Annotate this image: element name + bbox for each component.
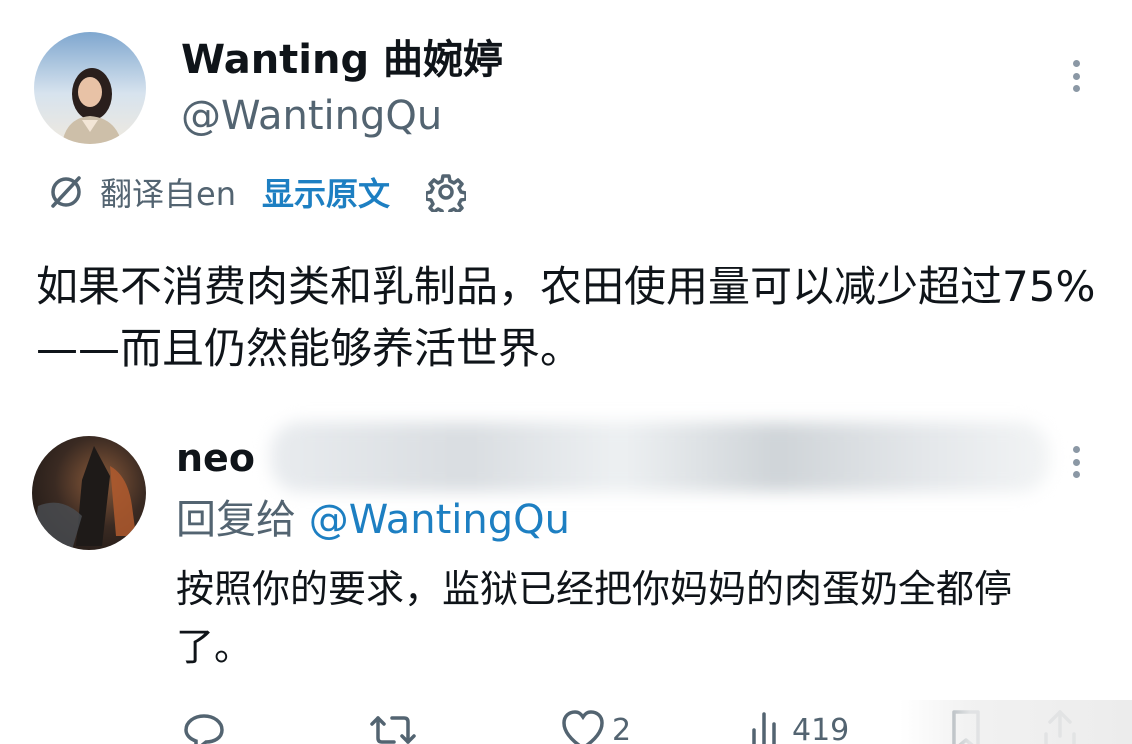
more-options-button[interactable]	[1066, 56, 1086, 96]
reply-button[interactable]	[182, 708, 226, 744]
reply-text: 按照你的要求，监狱已经把你妈妈的肉蛋奶全都停了。	[176, 567, 1013, 669]
author-name[interactable]: Wanting 曲婉婷	[181, 36, 503, 84]
retweet-icon	[370, 716, 416, 744]
author-handle[interactable]: @WantingQu	[181, 92, 442, 140]
like-count: 2	[612, 712, 632, 744]
reply-more-options-button[interactable]	[1066, 442, 1086, 482]
reply-icon	[184, 714, 224, 744]
tweet-text: 如果不消费肉类和乳制品，农田使用量可以减少超过75%——而且仍然能够养活世界。	[36, 262, 1096, 373]
more-vertical-icon	[1072, 60, 1080, 67]
replying-to: 回复给 @WantingQu	[176, 494, 570, 546]
translate-icon	[51, 176, 81, 208]
blurred-region	[270, 422, 1050, 492]
show-original-link[interactable]: 显示原文	[262, 169, 390, 215]
views-button[interactable]: 419	[748, 708, 849, 744]
heart-icon	[562, 710, 604, 744]
translation-bar: 翻译自en 显示原文	[46, 168, 466, 216]
like-button[interactable]: 2	[560, 708, 631, 744]
watermark-overlay	[900, 700, 1132, 744]
replying-to-mention[interactable]: @WantingQu	[309, 497, 570, 543]
replying-to-label: 回复给	[176, 497, 296, 543]
reply-author-avatar[interactable]	[32, 436, 146, 550]
translated-from-label: 翻译自en	[100, 175, 236, 213]
reply-author-name[interactable]: neo	[176, 434, 255, 482]
views-icon	[752, 712, 776, 744]
author-avatar[interactable]	[34, 32, 146, 144]
retweet-button[interactable]	[366, 708, 420, 744]
gear-icon[interactable]	[426, 172, 466, 212]
views-count: 419	[792, 712, 850, 744]
more-vertical-icon	[1072, 446, 1080, 453]
